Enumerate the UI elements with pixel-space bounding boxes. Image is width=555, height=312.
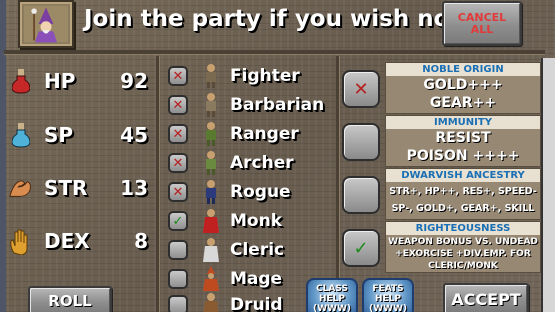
trait-title: NOBLE ORIGIN [386,63,540,76]
header-divider [4,50,545,54]
roll-button[interactable]: ROLL [28,286,112,312]
stat-dex: DEX 8 [8,222,158,260]
class-checkbox[interactable]: ✓ [168,211,188,231]
trait-checkbox[interactable]: ✕ [342,70,380,108]
class-monk[interactable]: ✓ Monk [166,207,334,235]
class-cleric[interactable]: Cleric [166,236,334,264]
trait-title: DWARVISH ANCESTRY [386,169,540,182]
trait-checkbox[interactable] [342,123,380,161]
stat-value: 8 [134,229,148,253]
class-name: Monk [230,211,283,231]
class-checkbox[interactable] [168,269,188,289]
stat-str: STR 13 [8,169,158,207]
class-name: Mage [230,269,283,289]
help-label: HELP [318,294,345,304]
stat-hp: HP 92 [8,62,158,100]
class-help-button[interactable]: CLASS HELP (WWW) [306,278,358,312]
fighter-icon [206,64,216,88]
stat-value: 45 [120,123,148,147]
help-label: FEATS [372,284,404,294]
class-name: Druid [230,295,283,312]
cancel-label-2: ALL [470,22,494,36]
red-potion-icon [8,66,34,96]
monk-icon [203,209,219,233]
help-label: (WWW) [368,304,407,312]
trait-line: RESIST [435,130,491,146]
class-checkbox[interactable]: ✕ [168,124,188,144]
help-label: HELP [374,294,401,304]
class-checkbox[interactable] [168,295,188,312]
cancel-label-1: CANCEL [457,10,507,24]
class-checkbox[interactable] [168,240,188,260]
rogue-icon [206,180,216,204]
class-name: Cleric [230,240,285,260]
blue-potion-icon [8,120,34,150]
class-checkbox[interactable]: ✕ [168,153,188,173]
barbarian-icon [206,93,216,117]
class-ranger[interactable]: ✕ Ranger [166,120,334,148]
classes-divider [336,56,339,312]
class-checkbox[interactable]: ✕ [168,95,188,115]
class-archer[interactable]: ✕ Archer [166,149,334,177]
trait-line: +EXORCISE +DIV.EMP. FOR [395,249,531,259]
stat-label: STR [44,176,88,200]
left-rail [0,0,6,312]
class-name: Fighter [230,66,300,86]
trait-noble-origin[interactable]: ✕ NOBLE ORIGIN GOLD+++ GEAR++ [341,62,541,114]
trait-checkbox[interactable] [342,176,380,214]
trait-line: GOLD+++ [423,77,503,93]
trait-line: CLERIC/MONK [428,261,498,271]
stat-label: SP [44,123,74,147]
trait-line: WEAPON BONUS VS. UNDEAD [388,237,538,247]
class-rogue[interactable]: ✕ Rogue [166,178,334,206]
page-title: Join the party if you wish now [84,6,471,32]
stat-label: DEX [44,229,90,253]
accept-button[interactable]: ACCEPT [443,283,529,312]
trait-panel: NOBLE ORIGIN GOLD+++ GEAR++ [385,62,541,114]
trait-panel: IMMUNITY RESIST POISON ++++ [385,115,541,167]
stat-value: 92 [120,69,148,93]
archer-icon [206,151,216,175]
class-checkbox[interactable]: ✕ [168,66,188,86]
scrollbar[interactable] [541,58,555,312]
flexed-arm-icon [8,173,34,203]
trait-title: RIGHTEOUSNESS [386,222,540,235]
cancel-all-button[interactable]: CANCEL ALL [442,1,522,46]
class-barbarian[interactable]: ✕ Barbarian [166,91,334,119]
class-fighter[interactable]: ✕ Fighter [166,62,334,90]
class-checkbox[interactable]: ✕ [168,182,188,202]
stat-sp: SP 45 [8,116,158,154]
trait-righteousness[interactable]: ✓ RIGHTEOUSNESS WEAPON BONUS VS. UNDEAD … [341,221,541,273]
trait-panel: RIGHTEOUSNESS WEAPON BONUS VS. UNDEAD +E… [385,221,541,273]
trait-immunity[interactable]: IMMUNITY RESIST POISON ++++ [341,115,541,167]
wizard-portrait-icon [18,0,74,48]
cleric-icon [203,238,219,262]
trait-dwarvish-ancestry[interactable]: DWARVISH ANCESTRY STR+, HP++, RES+, SPEE… [341,168,541,220]
help-label: (WWW) [312,304,351,312]
trait-panel: DWARVISH ANCESTRY STR+, HP++, RES+, SPEE… [385,168,541,220]
trait-line: POISON ++++ [406,148,520,164]
class-name: Rogue [230,182,291,202]
trait-line: GEAR++ [429,95,497,111]
help-label: CLASS [316,284,348,294]
class-name: Ranger [230,124,299,144]
feats-help-button[interactable]: FEATS HELP (WWW) [362,278,414,312]
stat-value: 13 [120,176,148,200]
class-name: Barbarian [230,95,325,115]
trait-checkbox[interactable]: ✓ [342,229,380,267]
trait-line: STR+, HP++, RES+, SPEED- [389,186,537,197]
class-name: Archer [230,153,294,173]
stat-label: HP [44,69,76,93]
ranger-icon [206,122,216,146]
trait-line: SP-, GOLD+, GEAR+, SKILL [391,203,535,214]
druid-icon [203,293,219,312]
trait-title: IMMUNITY [386,116,540,129]
hand-icon [8,226,34,256]
mage-icon [203,266,219,291]
